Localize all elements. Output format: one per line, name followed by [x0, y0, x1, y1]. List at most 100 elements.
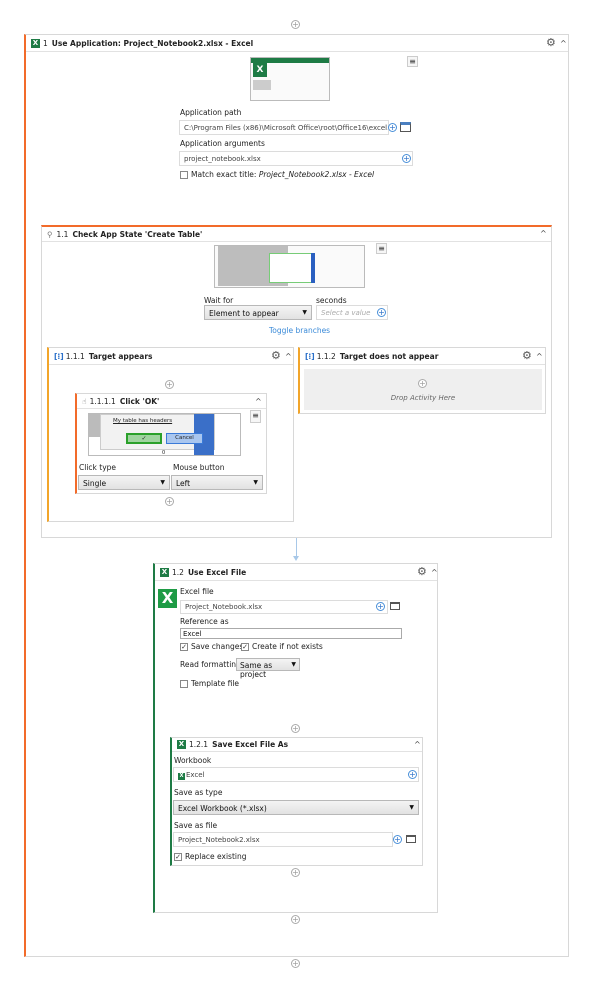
reference-as-input[interactable]: Excel — [180, 628, 402, 639]
activity-header[interactable]: ☝ 1.1.1.1 Click 'OK' — [77, 394, 266, 409]
dropdown-arrow-icon: ▼ — [409, 804, 414, 811]
workbook-label: Workbook — [174, 756, 212, 765]
activity-header[interactable]: X 1.2.1 Save Excel File As — [172, 738, 422, 752]
plus-icon[interactable]: + — [388, 123, 397, 132]
excel-icon: X — [31, 38, 40, 48]
add-activity-button[interactable]: + — [165, 380, 174, 389]
add-activity-button[interactable]: + — [291, 915, 300, 924]
folder-icon[interactable] — [390, 602, 400, 610]
thumb-text: Cancel — [166, 433, 203, 444]
plus-icon[interactable]: + — [393, 835, 402, 844]
gear-icon[interactable]: ⚙ — [522, 349, 532, 362]
app-path-label: Application path — [180, 108, 242, 117]
save-as-file-input[interactable]: Project_Notebook2.xlsx — [173, 832, 393, 847]
reference-as-label: Reference as — [180, 617, 229, 626]
thumb-text: 0 — [162, 450, 166, 456]
save-as-file-label: Save as file — [174, 821, 218, 830]
workbook-value: Excel — [186, 771, 205, 779]
save-as-type-select[interactable]: Excel Workbook (*.xlsx) ▼ — [173, 800, 419, 815]
plus-icon[interactable]: + — [376, 602, 385, 611]
dropdown-arrow-icon: ▼ — [160, 479, 165, 486]
plus-icon[interactable]: + — [402, 154, 411, 163]
screenshot-thumbnail: X — [250, 57, 330, 101]
add-activity-button[interactable]: + — [291, 724, 300, 733]
branch-header[interactable]: [⁝] 1.1.2 Target does not appear — [300, 348, 545, 365]
screenshot-thumbnail: My table has headers ✓ Cancel 0 — [88, 413, 241, 456]
activity-header[interactable]: X 1.2 Use Excel File — [155, 564, 437, 581]
add-activity-button[interactable]: + — [291, 20, 300, 29]
connector-arrow-icon — [293, 556, 299, 561]
app-path-input[interactable]: C:\Program Files (x86)\Microsoft Office\… — [179, 120, 389, 135]
collapse-chevron-icon[interactable]: ^ — [255, 397, 262, 406]
read-formatting-label: Read formatting — [180, 660, 241, 669]
activity-header[interactable]: X 1 Use Application: Project_Notebook2.x… — [26, 35, 568, 52]
add-activity-button[interactable]: + — [418, 379, 427, 388]
screenshot-thumbnail — [214, 245, 365, 288]
branch-header[interactable]: [⁝] 1.1.1 Target appears — [49, 348, 293, 365]
add-activity-button[interactable]: + — [291, 959, 300, 968]
activity-title: Check App State 'Create Table' — [72, 229, 203, 239]
activity-title: Use Excel File — [187, 567, 247, 577]
click-icon: ☝ — [82, 396, 87, 406]
activity-header[interactable]: ⚲ 1.1 Check App State 'Create Table' — [42, 227, 551, 242]
branch-icon: [⁝] — [54, 351, 64, 361]
activity-title: Click 'OK' — [119, 396, 160, 406]
app-args-input[interactable]: project_notebook.xlsx — [179, 151, 413, 166]
create-if-not-exists-checkbox[interactable]: ✓ — [241, 643, 249, 651]
save-as-type-label: Save as type — [174, 788, 223, 797]
selected-value: Single — [83, 479, 107, 488]
template-file-label: Template file — [191, 679, 240, 688]
wait-for-label: Wait for — [204, 296, 234, 305]
excel-icon: X — [178, 773, 185, 780]
excel-icon: X — [160, 567, 169, 577]
menu-icon[interactable]: ≡ — [250, 410, 261, 423]
collapse-chevron-icon[interactable]: ^ — [540, 229, 547, 238]
menu-icon[interactable]: ≡ — [376, 243, 387, 254]
match-title-label: Match exact title: — [191, 170, 259, 179]
collapse-chevron-icon[interactable]: ^ — [414, 740, 421, 749]
browse-window-icon[interactable] — [400, 122, 411, 132]
click-type-select[interactable]: Single ▼ — [78, 475, 170, 490]
selected-value: Left — [176, 479, 191, 488]
dropdown-arrow-icon: ▼ — [291, 661, 296, 668]
replace-existing-checkbox[interactable]: ✓ — [174, 853, 182, 861]
branch-icon: [⁝] — [305, 351, 315, 361]
match-title-checkbox[interactable] — [180, 171, 188, 179]
selected-value: Excel Workbook (*.xlsx) — [178, 804, 267, 813]
mouse-button-label: Mouse button — [173, 463, 225, 472]
dropdown-arrow-icon: ▼ — [302, 309, 307, 316]
gear-icon[interactable]: ⚙ — [271, 349, 281, 362]
mouse-button-select[interactable]: Left ▼ — [171, 475, 263, 490]
thumb-text: My table has headers — [113, 418, 173, 424]
collapse-chevron-icon[interactable]: ^ — [560, 39, 567, 48]
menu-icon[interactable]: ≡ — [407, 56, 418, 67]
drop-activity-text: Drop Activity Here — [390, 394, 456, 402]
activity-title: Use Application: Project_Notebook2.xlsx … — [51, 38, 254, 48]
match-title-value: Project_Notebook2.xlsx - Excel — [258, 170, 375, 179]
folder-icon[interactable] — [406, 835, 416, 843]
collapse-chevron-icon[interactable]: ^ — [285, 352, 292, 361]
seconds-label: seconds — [316, 296, 347, 305]
gear-icon[interactable]: ⚙ — [417, 565, 427, 578]
excel-large-icon: X — [158, 589, 177, 608]
add-activity-button[interactable]: + — [165, 497, 174, 506]
workbook-input[interactable]: X Excel — [173, 767, 419, 782]
excel-icon: X — [177, 740, 186, 749]
click-type-label: Click type — [79, 463, 117, 472]
drop-zone[interactable]: + Drop Activity Here — [304, 369, 542, 410]
collapse-chevron-icon[interactable]: ^ — [431, 568, 438, 577]
toggle-branches-link[interactable]: Toggle branches — [269, 326, 330, 335]
plus-icon[interactable]: + — [408, 770, 417, 779]
excel-file-input[interactable]: Project_Notebook.xlsx — [180, 600, 388, 614]
wait-for-select[interactable]: Element to appear ▼ — [204, 305, 312, 320]
dropdown-arrow-icon: ▼ — [253, 479, 258, 486]
save-changes-checkbox[interactable]: ✓ — [180, 643, 188, 651]
collapse-chevron-icon[interactable]: ^ — [536, 352, 543, 361]
app-args-label: Application arguments — [180, 139, 265, 148]
target-not-appear-branch[interactable]: [⁝] 1.1.2 Target does not appear ⚙ ^ + D… — [298, 347, 546, 414]
read-formatting-select[interactable]: Same as project ▼ — [236, 658, 300, 679]
add-activity-button[interactable]: + — [291, 868, 300, 877]
gear-icon[interactable]: ⚙ — [546, 36, 556, 49]
template-file-checkbox[interactable] — [180, 680, 188, 688]
plus-icon[interactable]: + — [377, 308, 386, 317]
